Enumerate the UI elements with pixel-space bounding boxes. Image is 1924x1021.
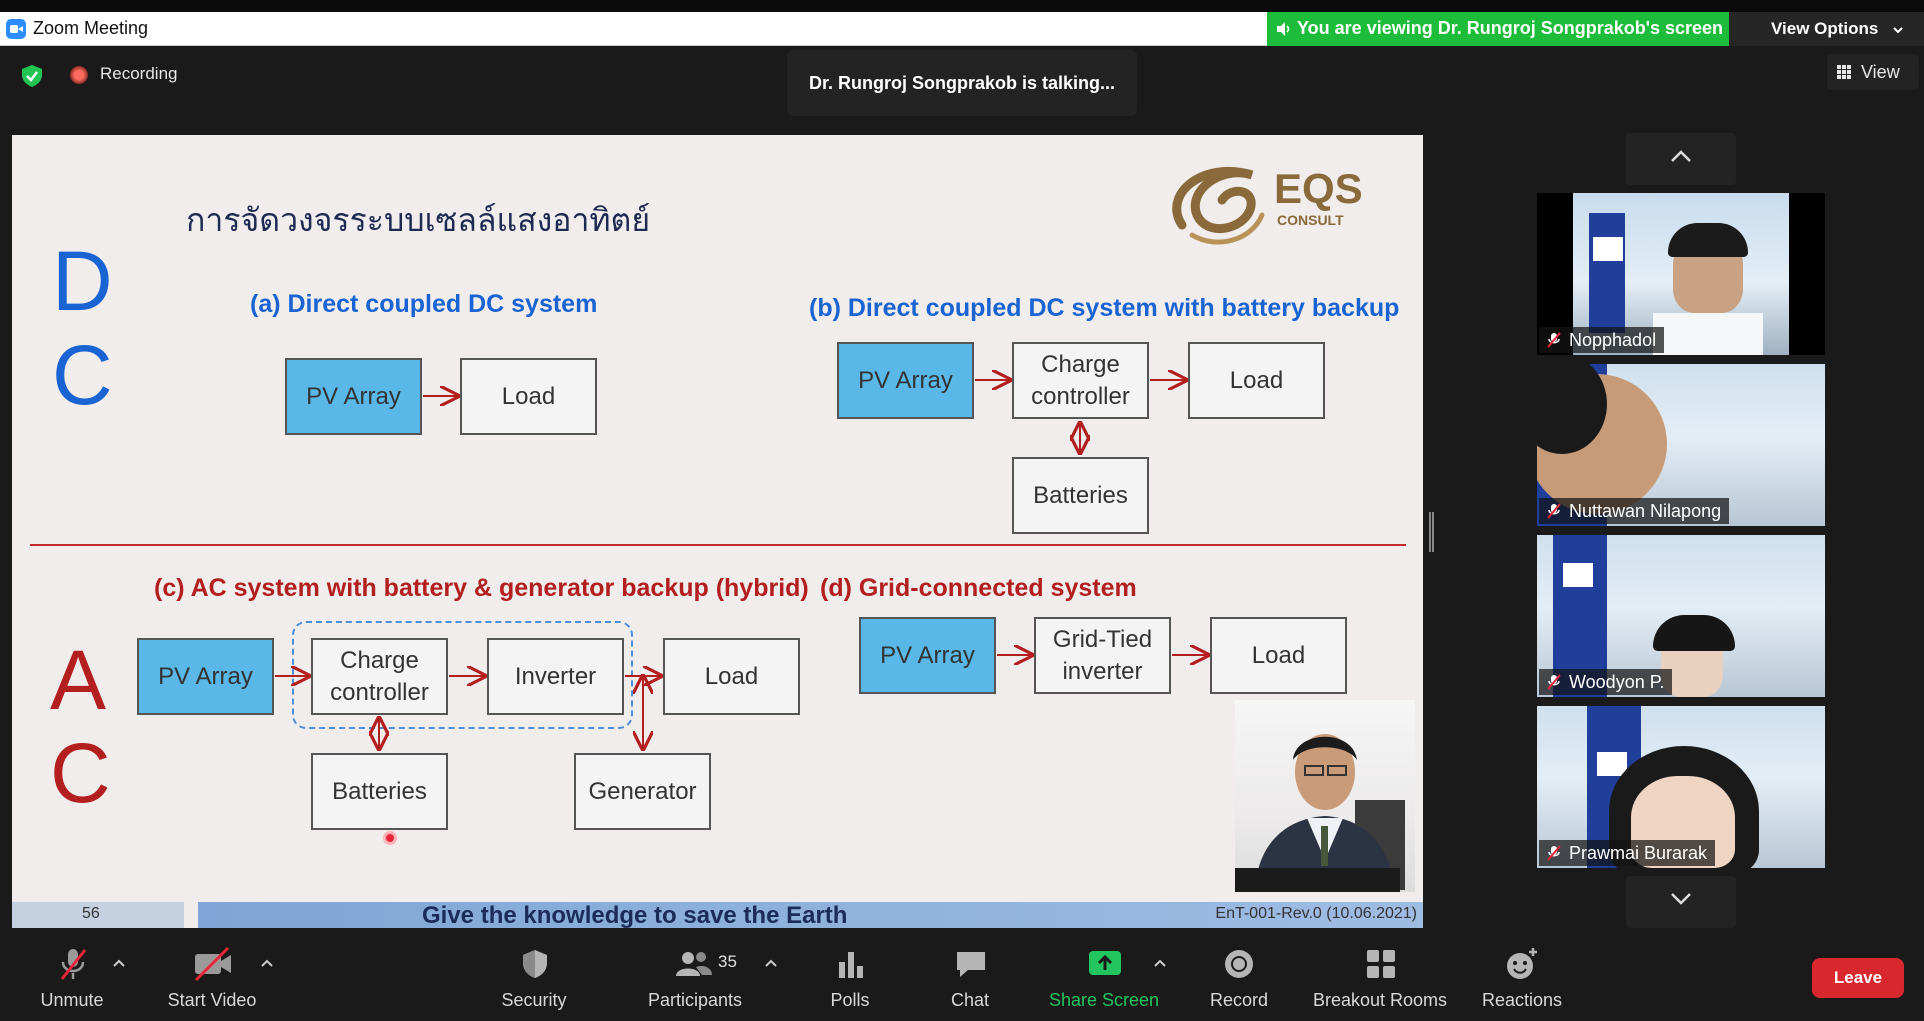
breakout-rooms-label: Breakout Rooms bbox=[1312, 990, 1448, 1010]
chevron-down-icon bbox=[1893, 27, 1903, 34]
participant-label-2: Nuttawan Nilapong bbox=[1539, 498, 1730, 524]
muted-mic-icon bbox=[1547, 674, 1561, 690]
slide-footer-bar: Give the knowledge to save the Earth EnT… bbox=[198, 902, 1423, 928]
participants-icon bbox=[676, 952, 712, 976]
footer-message: Give the knowledge to save the Earth bbox=[422, 902, 848, 928]
chat-icon bbox=[957, 952, 985, 977]
participant-video-4[interactable]: Prawmai Burarak bbox=[1537, 706, 1825, 868]
zoom-window: Zoom Meeting You are viewing Dr. Rungroj… bbox=[0, 0, 1924, 1021]
share-screen-icon bbox=[1089, 951, 1121, 975]
bafs-logo-icon bbox=[1561, 561, 1595, 589]
chevron-down-icon bbox=[1671, 893, 1691, 905]
audio-options-caret-icon[interactable] bbox=[112, 958, 126, 968]
breakout-rooms-icon bbox=[1367, 950, 1395, 978]
participants-options-caret-icon[interactable] bbox=[764, 958, 778, 968]
participant-hair bbox=[1668, 223, 1748, 257]
panel-resize-handle[interactable] bbox=[1429, 512, 1434, 552]
participant-video-2[interactable]: Nuttawan Nilapong bbox=[1537, 364, 1825, 526]
participants-button[interactable]: 35 Participants bbox=[640, 928, 750, 1021]
laser-pointer bbox=[383, 831, 397, 845]
view-options-button[interactable]: View Options bbox=[1729, 12, 1924, 46]
video-off-icon bbox=[194, 946, 231, 982]
chevron-up-icon bbox=[1671, 150, 1691, 162]
chat-label: Chat bbox=[950, 990, 990, 1010]
participant-hair bbox=[1653, 615, 1735, 651]
slide-page-number: 56 bbox=[12, 902, 184, 928]
polls-label: Polls bbox=[830, 990, 870, 1010]
reactions-label: Reactions bbox=[1481, 990, 1563, 1010]
participant-name-2: Nuttawan Nilapong bbox=[1569, 501, 1722, 521]
record-icon bbox=[1225, 950, 1253, 978]
participants-label: Participants bbox=[647, 990, 743, 1010]
participant-label-3: Woodyon P. bbox=[1539, 669, 1673, 695]
speaker-icon bbox=[1277, 22, 1290, 36]
participant-name-4: Prawmai Burarak bbox=[1569, 843, 1708, 863]
meeting-toolbar: Unmute Start Video Security 35 Participa… bbox=[0, 928, 1924, 1021]
muted-mic-icon bbox=[60, 949, 87, 980]
page-number-text: 56 bbox=[82, 905, 100, 922]
share-options-caret-icon[interactable] bbox=[1153, 958, 1167, 968]
participant-name-3: Woodyon P. bbox=[1569, 672, 1665, 692]
start-video-button[interactable]: Start Video bbox=[154, 928, 270, 1021]
reactions-button[interactable]: Reactions bbox=[1472, 928, 1572, 1021]
active-speaker-toast: Dr. Rungroj Songprakob is talking... bbox=[787, 50, 1137, 116]
banner-stand bbox=[1589, 213, 1625, 333]
muted-mic-icon bbox=[1547, 845, 1561, 861]
leave-button[interactable]: Leave bbox=[1812, 958, 1904, 998]
security-shield-icon[interactable] bbox=[20, 64, 44, 88]
view-layout-button[interactable]: View bbox=[1827, 54, 1919, 90]
recording-indicator-icon bbox=[70, 66, 88, 84]
muted-mic-icon bbox=[1547, 332, 1561, 348]
chat-button[interactable]: Chat bbox=[932, 928, 1008, 1021]
participant-label-4: Prawmai Burarak bbox=[1539, 840, 1716, 866]
bafs-logo-icon bbox=[1591, 235, 1625, 263]
os-title-strip bbox=[0, 0, 1924, 12]
footer-revision: EnT-001-Rev.0 (10.06.2021) bbox=[1215, 905, 1417, 922]
grid-icon bbox=[1837, 65, 1852, 80]
recording-label: Recording bbox=[100, 64, 178, 83]
participants-count: 35 bbox=[718, 952, 737, 971]
polls-button[interactable]: Polls bbox=[812, 928, 888, 1021]
video-options-caret-icon[interactable] bbox=[260, 958, 274, 968]
shield-icon bbox=[523, 950, 547, 978]
reactions-icon bbox=[1507, 948, 1537, 979]
presenter-silhouette bbox=[1235, 734, 1405, 892]
shared-screen-slide: การจัดวงจรระบบเซลล์แสงอาทิตย์ EQS CONSUL… bbox=[12, 135, 1423, 928]
muted-mic-icon bbox=[1547, 503, 1561, 519]
polls-icon bbox=[839, 952, 863, 978]
start-video-label: Start Video bbox=[167, 990, 257, 1010]
viewing-banner-text: You are viewing Dr. Rungroj Songprakob's… bbox=[1297, 18, 1724, 38]
share-screen-label: Share Screen bbox=[1048, 990, 1160, 1010]
viewing-screen-banner: You are viewing Dr. Rungroj Songprakob's… bbox=[1267, 12, 1729, 46]
thumbnails-scroll-up-button[interactable] bbox=[1626, 133, 1736, 185]
record-button[interactable]: Record bbox=[1200, 928, 1278, 1021]
view-layout-label: View bbox=[1861, 62, 1900, 82]
participant-video-1[interactable]: Nopphadol bbox=[1537, 193, 1825, 355]
presenter-video bbox=[1235, 700, 1415, 892]
window-title: Zoom Meeting bbox=[33, 18, 149, 38]
security-button[interactable]: Security bbox=[488, 928, 580, 1021]
participant-name-1: Nopphadol bbox=[1569, 330, 1657, 350]
diagram-arrows bbox=[275, 135, 1423, 928]
participant-shirt bbox=[1653, 313, 1763, 355]
thumbnails-scroll-down-button[interactable] bbox=[1626, 876, 1736, 928]
share-screen-button[interactable]: Share Screen bbox=[1046, 928, 1162, 1021]
participant-video-3[interactable]: Woodyon P. bbox=[1537, 535, 1825, 697]
unmute-button[interactable]: Unmute bbox=[20, 928, 124, 1021]
unmute-label: Unmute bbox=[40, 990, 104, 1010]
security-label: Security bbox=[501, 990, 567, 1010]
view-options-label: View Options bbox=[1771, 19, 1879, 38]
breakout-rooms-button[interactable]: Breakout Rooms bbox=[1304, 928, 1456, 1021]
record-label: Record bbox=[1209, 990, 1269, 1010]
zoom-app-icon bbox=[6, 19, 26, 39]
participant-label-1: Nopphadol bbox=[1539, 327, 1665, 353]
